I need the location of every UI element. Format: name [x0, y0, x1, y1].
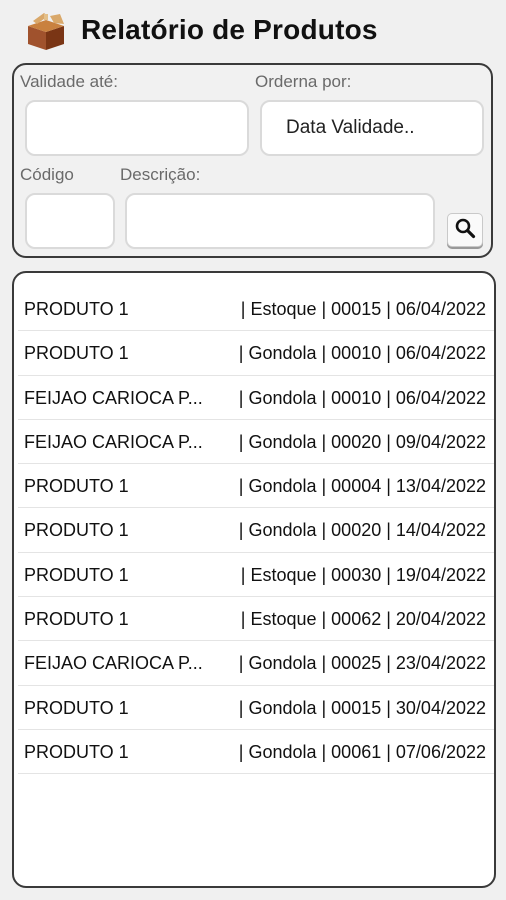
ordena-label: Orderna por:	[255, 72, 352, 91]
product-name: PRODUTO 1	[24, 299, 129, 319]
product-info: | Gondola | 00025 | 23/04/2022	[238, 653, 486, 674]
search-button[interactable]	[447, 213, 483, 247]
list-item[interactable]: FEIJAO CARIOCA P... | Gondola | 00010 | 0…	[18, 376, 494, 420]
product-info: | Gondola | 00020 | 09/04/2022	[238, 431, 486, 452]
product-name: PRODUTO 1	[24, 697, 129, 718]
list-item[interactable]: PRODUTO 1 | Estoque | 00030 | 19/04/2022	[18, 553, 494, 598]
product-name: FEIJAO CARIOCA P...	[24, 653, 203, 674]
list-item[interactable]: PRODUTO 1 | Gondola | 00061 | 07/06/2022	[18, 730, 494, 775]
list-item[interactable]: PRODUTO 1 | Estoque | 00015 | 06/04/2022	[18, 287, 494, 332]
product-name: FEIJAO CARIOCA P...	[24, 431, 203, 452]
product-info: | Gondola | 00061 | 07/06/2022	[238, 741, 486, 762]
app-header: Relatório de Produtos	[0, 0, 506, 62]
codigo-label: Código	[20, 165, 74, 184]
descricao-label: Descrição:	[120, 165, 201, 184]
product-list-panel[interactable]: PRODUTO 1 | Estoque | 00015 | 06/04/2022 P…	[12, 271, 496, 888]
box-icon	[24, 12, 68, 52]
codigo-input[interactable]	[25, 193, 115, 249]
list-item[interactable]: PRODUTO 1 | Gondola | 00015 | 30/04/2022	[18, 686, 494, 730]
product-name: FEIJAO CARIOCA P...	[24, 387, 203, 408]
descricao-input[interactable]	[125, 193, 435, 249]
filter-panel: Validade até: Orderna por: Data Validade…	[12, 63, 493, 258]
list-item[interactable]: PRODUTO 1 | Gondola | 00020 | 14/04/2022	[18, 508, 494, 553]
product-name: PRODUTO 1	[24, 520, 129, 541]
product-name: PRODUTO 1	[24, 476, 129, 497]
validade-label: Validade até:	[20, 72, 118, 91]
product-name: PRODUTO 1	[24, 609, 129, 630]
ordena-select[interactable]: Data Validade..	[260, 100, 484, 156]
product-list: PRODUTO 1 | Estoque | 00015 | 06/04/2022 P…	[18, 287, 494, 775]
product-info: | Estoque | 00062 | 20/04/2022	[240, 609, 486, 630]
product-info: | Gondola | 00010 | 06/04/2022	[238, 343, 486, 364]
list-item[interactable]: PRODUTO 1 | Estoque | 00062 | 20/04/2022	[18, 597, 494, 642]
product-info: | Gondola | 00010 | 06/04/2022	[238, 387, 486, 408]
list-item[interactable]: FEIJAO CARIOCA P... | Gondola | 00025 | 2…	[18, 641, 494, 686]
product-name: PRODUTO 1	[24, 741, 129, 762]
product-info: | Gondola | 00004 | 13/04/2022	[238, 476, 486, 497]
search-icon	[454, 217, 476, 244]
validade-input[interactable]	[25, 100, 249, 156]
product-name: PRODUTO 1	[24, 564, 129, 585]
product-info: | Estoque | 00030 | 19/04/2022	[240, 564, 486, 585]
product-info: | Gondola | 00015 | 30/04/2022	[238, 697, 486, 718]
list-item[interactable]: PRODUTO 1 | Gondola | 00004 | 13/04/2022	[18, 464, 494, 509]
list-item[interactable]: FEIJAO CARIOCA P... | Gondola | 00020 | 0…	[18, 420, 494, 465]
list-item[interactable]: PRODUTO 1 | Gondola | 00010 | 06/04/2022	[18, 331, 494, 376]
product-name: PRODUTO 1	[24, 343, 129, 364]
product-info: | Estoque | 00015 | 06/04/2022	[240, 299, 486, 319]
product-info: | Gondola | 00020 | 14/04/2022	[238, 520, 486, 541]
page-title: Relatório de Produtos	[81, 14, 378, 45]
